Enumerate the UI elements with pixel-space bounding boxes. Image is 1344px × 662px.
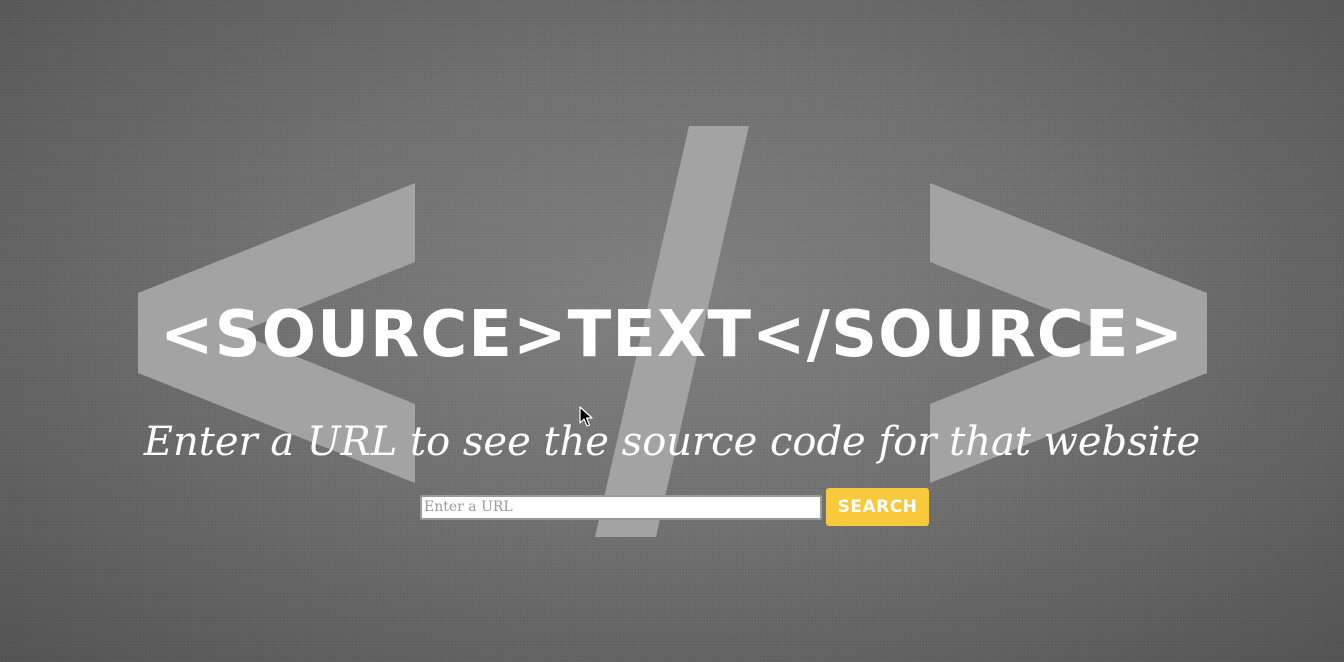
search-form: SEARCH xyxy=(420,488,929,526)
url-input[interactable] xyxy=(420,494,822,520)
mouse-cursor-icon xyxy=(579,406,593,427)
search-button[interactable]: SEARCH xyxy=(826,488,929,526)
site-title: <SOURCE>TEXT</SOURCE> xyxy=(159,298,1185,372)
tagline: Enter a URL to see the source code for t… xyxy=(143,419,1201,465)
